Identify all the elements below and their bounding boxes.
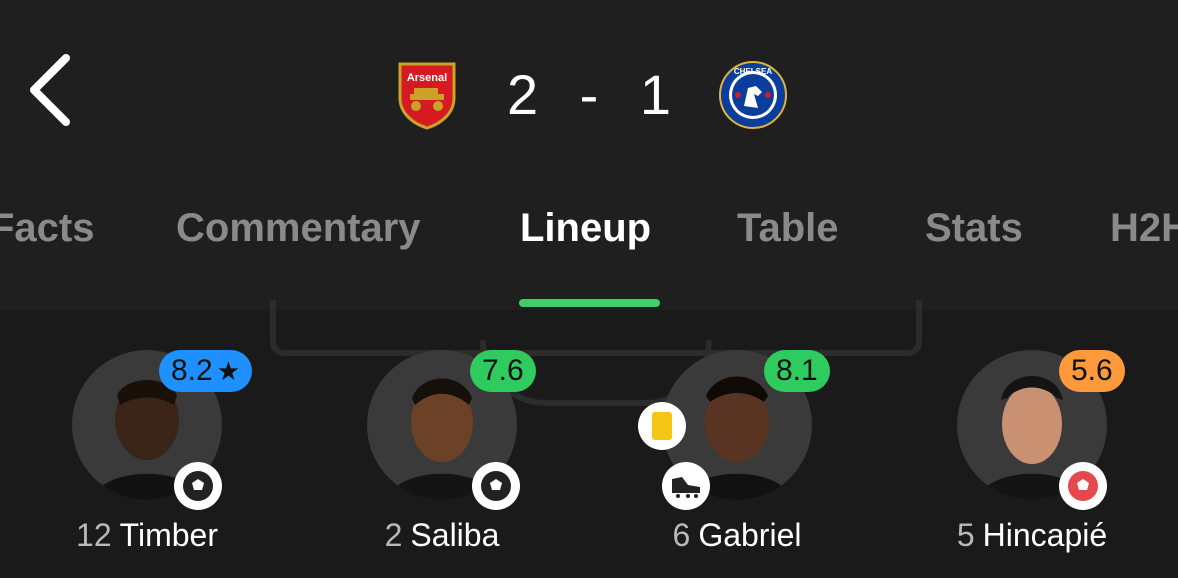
tab-lineup[interactable]: Lineup: [520, 206, 651, 251]
rating-value: 8.2: [171, 354, 213, 387]
away-score: 1: [639, 63, 674, 126]
rating-value: 8.1: [776, 354, 818, 387]
player-card-gabriel[interactable]: 8.1 6 Gabriel: [612, 350, 830, 570]
tab-commentary[interactable]: Commentary: [176, 206, 421, 251]
rating-badge: 8.1: [764, 350, 830, 392]
shirt-number: 6: [672, 517, 691, 553]
tab-h2h[interactable]: H2H: [1110, 206, 1178, 251]
away-crest-text: CHELSEA: [734, 67, 772, 76]
rating-badge: 5.6: [1059, 350, 1125, 392]
player-surname: Saliba: [410, 517, 500, 553]
rating-value: 5.6: [1071, 354, 1113, 387]
tab-bar: Facts Commentary Lineup Table Stats H2H: [0, 206, 1178, 266]
shirt-number: 2: [384, 517, 403, 553]
football-icon: [472, 462, 520, 510]
shirt-number: 12: [76, 517, 112, 553]
star-icon: ★: [216, 356, 241, 386]
player-name: 2 Saliba: [317, 517, 567, 554]
back-button[interactable]: [22, 50, 82, 130]
player-surname: Gabriel: [698, 517, 802, 553]
player-surname: Timber: [119, 517, 218, 553]
boot-icon: [662, 462, 710, 510]
rating-badge: 8.2 ★: [159, 350, 253, 392]
player-card-saliba[interactable]: 7.6 2 Saliba: [317, 350, 536, 570]
yellow-card-icon: [638, 402, 686, 450]
scoreline: 2 - 1: [505, 62, 675, 127]
player-name: 5 Hincapié: [907, 517, 1157, 554]
arsenal-crest[interactable]: Arsenal: [392, 60, 462, 130]
tab-table[interactable]: Table: [737, 206, 839, 251]
tab-facts[interactable]: Facts: [0, 206, 95, 251]
tab-stats[interactable]: Stats: [925, 206, 1023, 251]
football-icon: [174, 462, 222, 510]
shirt-number: 5: [956, 517, 975, 553]
own-goal-icon: [1059, 462, 1107, 510]
home-crest-text: Arsenal: [407, 72, 447, 84]
player-card-hincapie[interactable]: 5.6 5 Hincapié: [907, 350, 1125, 570]
player-surname: Hincapié: [982, 517, 1108, 553]
player-name: 12 Timber: [22, 517, 272, 554]
player-name: 6 Gabriel: [612, 517, 862, 554]
home-score: 2: [506, 63, 541, 126]
player-card-timber[interactable]: 8.2 ★ 12 Timber: [22, 350, 253, 570]
chevron-left-icon: [30, 54, 70, 126]
score-separator: -: [579, 63, 601, 126]
rating-value: 7.6: [482, 354, 524, 387]
rating-badge: 7.6: [470, 350, 536, 392]
match-header: Arsenal 2 - 1 CHELSEA Facts Commentary L…: [0, 0, 1178, 310]
chelsea-crest[interactable]: CHELSEA: [718, 60, 788, 130]
